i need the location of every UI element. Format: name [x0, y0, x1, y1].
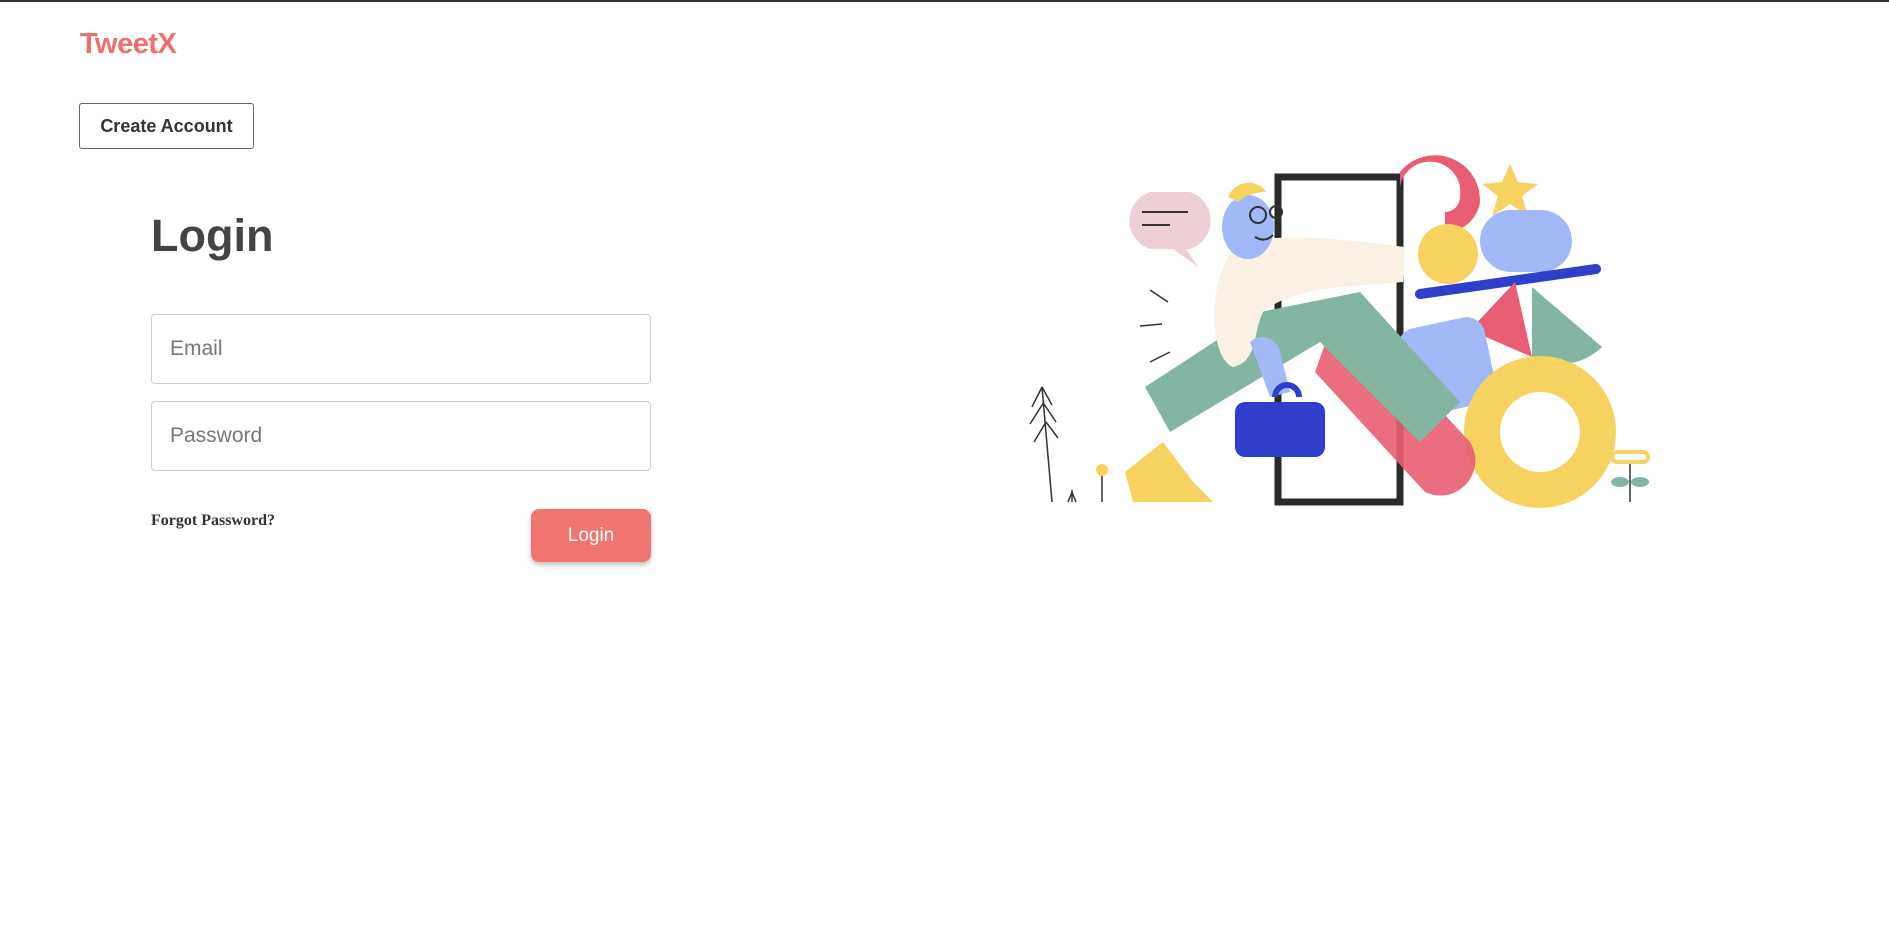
login-button[interactable]: Login — [531, 509, 651, 562]
password-input[interactable] — [151, 401, 651, 471]
plant-icon — [1029, 386, 1077, 503]
page-title: Login — [151, 210, 274, 261]
briefcase-icon — [1235, 402, 1325, 457]
forgot-password-link[interactable]: Forgot Password? — [151, 512, 275, 530]
email-input[interactable] — [151, 314, 651, 384]
motion-lines — [1139, 289, 1171, 363]
brand-logo[interactable]: TweetX — [80, 28, 177, 61]
speech-bubble-icon — [1129, 192, 1211, 267]
login-page: TweetX Create Account Login Forgot Passw… — [0, 0, 1889, 933]
person-walking-through-door-illustration — [1029, 155, 1650, 508]
create-account-button[interactable]: Create Account — [79, 103, 254, 149]
